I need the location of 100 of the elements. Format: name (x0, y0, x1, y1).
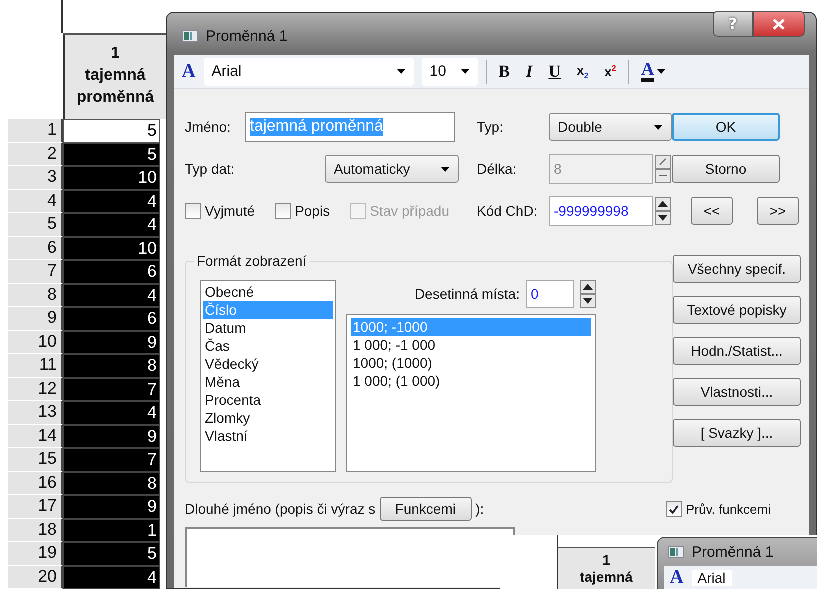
list-item[interactable]: 1 000; (1 000) (351, 372, 591, 390)
superscript-button[interactable]: x$^{2}$ (600, 64, 620, 80)
table-cell[interactable]: 4 (63, 401, 160, 424)
table-cell[interactable]: 4 (63, 213, 160, 236)
subscript-button[interactable]: x$_{2}$ (572, 62, 593, 80)
table-cell[interactable]: 5 (63, 119, 160, 142)
list-item[interactable]: Zlomky (203, 409, 333, 427)
table-cell[interactable]: 5 (63, 542, 160, 566)
list-item[interactable]: Měna (203, 373, 333, 391)
list-item[interactable]: Procenta (203, 391, 333, 409)
row-header[interactable]: 7 (8, 260, 63, 284)
functions-button[interactable]: Funkcemi (380, 497, 472, 521)
text-area[interactable] (185, 527, 515, 587)
table-cell[interactable]: 8 (63, 472, 160, 495)
italic-button[interactable]: I (522, 62, 537, 82)
font-field: Arial (692, 570, 732, 586)
table-cell[interactable]: 6 (63, 260, 160, 284)
row-header[interactable]: 19 (8, 542, 63, 566)
side-button[interactable]: Všechny specif. (673, 255, 801, 283)
table-cell[interactable]: 7 (63, 378, 160, 401)
caret-icon (657, 69, 666, 74)
bold-button[interactable]: B (494, 62, 514, 82)
row-header[interactable]: 4 (8, 190, 63, 213)
dropdown[interactable]: 10 (422, 58, 478, 86)
table-cell[interactable]: 4 (63, 566, 160, 589)
table-cell[interactable]: 4 (63, 284, 160, 307)
row-header[interactable]: 14 (8, 424, 63, 448)
table-cell[interactable]: 1 (63, 518, 160, 542)
list-item[interactable]: Čas (203, 337, 333, 355)
row-header[interactable]: 1 (8, 119, 63, 142)
dropdown[interactable]: Automaticky (325, 155, 459, 183)
close-button[interactable] (753, 11, 805, 37)
spin-button[interactable] (655, 197, 671, 225)
list-item[interactable]: Obecné (203, 283, 333, 301)
side-button[interactable]: [ Svazky ]... (673, 419, 801, 447)
list-item[interactable]: Datum (203, 319, 333, 337)
caret-icon (654, 124, 663, 130)
row-header[interactable]: 18 (8, 518, 63, 542)
input-field[interactable]: 0 (526, 280, 574, 308)
list-item[interactable]: Vědecký (203, 355, 333, 373)
list-item[interactable]: 1 000; -1 000 (351, 336, 591, 354)
side-button[interactable]: Vlastnosti... (673, 378, 801, 406)
input-field[interactable]: -999999998 (549, 196, 653, 226)
column-header: 1 tajemná (558, 547, 655, 589)
checkbox[interactable] (666, 501, 682, 517)
row-header[interactable]: 13 (8, 401, 63, 424)
check-icon (668, 504, 679, 514)
group-title: Formát zobrazení (194, 253, 310, 269)
checkbox[interactable] (185, 203, 201, 219)
cancel-button[interactable]: Storno (672, 155, 780, 183)
table-cell[interactable]: 7 (63, 448, 160, 472)
row-header[interactable]: 3 (8, 166, 63, 190)
side-button[interactable]: Hodn./Statist... (673, 337, 801, 365)
window-icon (668, 546, 684, 558)
table-cell[interactable]: 10 (63, 236, 160, 260)
next-button[interactable]: >> (757, 197, 799, 225)
previous-button[interactable]: << (691, 197, 733, 225)
field-label: Jméno: (185, 119, 232, 135)
column-header[interactable]: 1 tajemná proměnná (63, 35, 166, 119)
row-header[interactable]: 8 (8, 284, 63, 307)
table-cell[interactable]: 10 (63, 166, 160, 190)
table-cell[interactable]: 8 (63, 354, 160, 378)
field-label: Délka: (477, 161, 518, 177)
table-cell[interactable]: 5 (63, 142, 160, 166)
table-cell[interactable]: 6 (63, 307, 160, 330)
field-label: Desetinná místa: (414, 286, 520, 302)
table-cell[interactable]: 9 (63, 424, 160, 448)
row-header[interactable]: 2 (8, 142, 63, 166)
dropdown[interactable]: Arial (204, 58, 414, 86)
list-item[interactable]: 1000; (1000) (351, 354, 591, 372)
dropdown[interactable]: Double (549, 113, 672, 141)
list-item[interactable]: Vlastní (203, 427, 333, 445)
field-label: Typ dat: (185, 161, 236, 177)
row-header[interactable]: 17 (8, 495, 63, 518)
checkbox-label: Vyjmuté (205, 203, 256, 219)
font-icon: A (670, 567, 684, 589)
font-icon: A (182, 60, 196, 82)
row-header[interactable]: 10 (8, 330, 63, 354)
table-cell[interactable]: 9 (63, 495, 160, 518)
input-field: 8 (549, 154, 653, 184)
text-color-button[interactable]: A (637, 61, 670, 82)
caret-icon (396, 69, 406, 74)
table-cell[interactable]: 9 (63, 330, 160, 354)
row-header[interactable]: 16 (8, 472, 63, 495)
row-header[interactable]: 20 (8, 566, 63, 589)
table-cell[interactable]: 4 (63, 190, 160, 213)
window-icon (182, 30, 198, 42)
field-label: Dlouhé jméno (popis či výraz s (185, 501, 376, 517)
spin-button[interactable] (580, 280, 596, 308)
side-button[interactable]: Textové popisky (673, 296, 801, 324)
checkbox[interactable] (275, 203, 292, 219)
row-header[interactable]: 15 (8, 448, 63, 472)
row-header[interactable]: 12 (8, 378, 63, 401)
row-header[interactable]: 5 (8, 213, 63, 236)
row-header[interactable]: 6 (8, 236, 63, 260)
row-header[interactable]: 9 (8, 307, 63, 330)
row-header[interactable]: 11 (8, 354, 63, 378)
ok-button[interactable]: OK (672, 113, 780, 141)
caret-icon (460, 69, 470, 74)
underline-button[interactable]: U (544, 62, 565, 82)
